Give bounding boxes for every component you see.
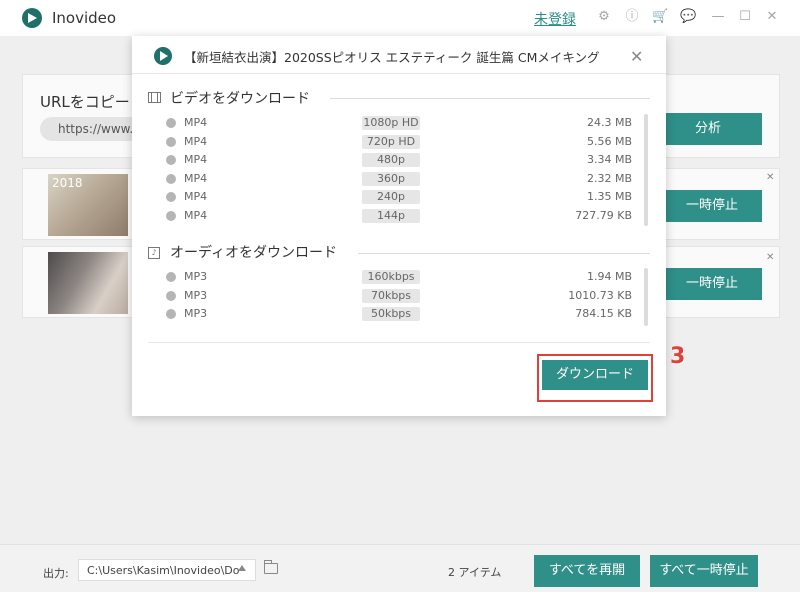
quality-badge: 70kbps [362, 288, 420, 303]
quality-badge: 1080p HD [362, 116, 420, 130]
url-label: URLをコピーし [40, 93, 145, 111]
file-size: 1.35 MB [586, 190, 632, 204]
output-label: 出力: [43, 567, 69, 580]
divider [358, 253, 650, 254]
format-option-row[interactable]: MP4 480p 3.34 MB [166, 151, 632, 169]
remove-item-icon[interactable]: ✕ [766, 172, 774, 183]
login-link[interactable]: 未登録 [534, 9, 576, 29]
minimize-icon[interactable]: — [710, 9, 726, 25]
quality-badge: 480p [362, 153, 420, 168]
radio-button[interactable] [166, 309, 176, 320]
radio-button[interactable] [166, 155, 176, 166]
video-scrollbar[interactable] [644, 114, 648, 226]
audio-icon: ♪ [148, 247, 160, 259]
dialog-close-icon[interactable]: ✕ [630, 47, 643, 66]
pause-button[interactable]: 一時停止 [662, 190, 762, 222]
maximize-icon[interactable]: ☐ [737, 9, 753, 25]
quality-badge: 144p [362, 209, 420, 223]
format-option-row[interactable]: MP4 360p 2.32 MB [166, 170, 632, 188]
file-size: 3.34 MB [586, 153, 632, 167]
video-thumbnail [48, 252, 128, 314]
format-option-row[interactable]: MP4 720p HD 5.56 MB [166, 133, 632, 151]
format-label: MP4 [184, 134, 208, 148]
download-options-dialog: 【新垣結衣出演】2020SSピオリス エステティーク 誕生篇 CMメイキング ✕… [132, 36, 666, 416]
radio-button[interactable] [166, 192, 176, 203]
file-size: 784.15 KB [575, 307, 632, 321]
file-size: 1.94 MB [586, 270, 632, 283]
radio-button[interactable] [166, 173, 176, 184]
file-size: 1010.73 KB [568, 288, 632, 302]
format-label: MP3 [184, 270, 208, 283]
app-logo-icon [154, 47, 172, 65]
format-label: MP4 [184, 171, 208, 185]
divider [148, 342, 650, 343]
format-label: MP4 [184, 153, 208, 167]
format-label: MP4 [184, 116, 208, 129]
divider [330, 98, 650, 99]
footer-bar: 出力: C:\Users\Kasim\Inovideo\Do 2 アイテム すべ… [0, 544, 800, 592]
remove-item-icon[interactable]: ✕ [766, 252, 774, 263]
settings-icon[interactable]: ⚙ [596, 9, 612, 25]
format-option-row[interactable]: MP4 240p 1.35 MB [166, 188, 632, 206]
dialog-title: 【新垣結衣出演】2020SSピオリス エステティーク 誕生篇 CMメイキング [184, 50, 600, 65]
format-option-row[interactable]: MP4 1080p HD 24.3 MB [166, 114, 632, 132]
title-bar: Inovideo 未登録 ⚙ ⓘ 🛒 💬 — ☐ ✕ [0, 0, 800, 36]
quality-badge: 720p HD [362, 134, 420, 149]
pause-button[interactable]: 一時停止 [662, 268, 762, 300]
radio-button[interactable] [166, 290, 176, 301]
quality-badge: 50kbps [362, 307, 420, 322]
format-label: MP3 [184, 307, 208, 321]
radio-button[interactable] [166, 136, 176, 147]
quality-badge: 360p [362, 171, 420, 186]
close-icon[interactable]: ✕ [764, 9, 780, 25]
radio-button[interactable] [166, 118, 176, 128]
format-option-row[interactable]: MP3 70kbps 1010.73 KB [166, 287, 632, 305]
resume-all-button[interactable]: すべてを再開 [534, 555, 640, 587]
film-icon [148, 92, 161, 103]
format-label: MP4 [184, 190, 208, 204]
step-number: 3 [670, 344, 686, 369]
info-icon[interactable]: ⓘ [624, 9, 640, 25]
cart-icon[interactable]: 🛒 [652, 9, 668, 25]
format-option-row[interactable]: MP3 160kbps 1.94 MB [166, 268, 632, 286]
divider [132, 73, 666, 74]
file-size: 24.3 MB [586, 116, 632, 129]
format-option-row[interactable]: MP3 50kbps 784.15 KB [166, 305, 632, 323]
audio-scrollbar[interactable] [644, 268, 648, 326]
thumbnail-text: 2018 [52, 176, 83, 190]
folder-icon[interactable] [264, 560, 278, 574]
file-size: 5.56 MB [586, 134, 632, 148]
item-count: 2 アイテム [448, 566, 502, 579]
app-logo-icon [22, 8, 42, 28]
app-title: Inovideo [52, 9, 117, 27]
video-thumbnail: 2018 [48, 174, 128, 236]
format-option-row[interactable]: MP4 144p 727.79 KB [166, 207, 632, 225]
path-dropdown-icon[interactable] [238, 565, 246, 571]
analyze-button[interactable]: 分析 [654, 113, 762, 145]
download-button[interactable]: ダウンロード [542, 360, 648, 390]
radio-button[interactable] [166, 272, 176, 282]
quality-badge: 160kbps [362, 270, 420, 284]
video-section-heading: ビデオをダウンロード [170, 91, 310, 107]
feedback-icon[interactable]: 💬 [680, 9, 696, 25]
radio-button[interactable] [166, 211, 176, 221]
format-label: MP4 [184, 209, 208, 222]
file-size: 727.79 KB [575, 209, 632, 222]
output-path-field[interactable]: C:\Users\Kasim\Inovideo\Do [78, 559, 256, 581]
audio-section-heading: オーディオをダウンロード [170, 245, 338, 261]
quality-badge: 240p [362, 190, 420, 205]
format-label: MP3 [184, 288, 208, 302]
file-size: 2.32 MB [586, 171, 632, 185]
pause-all-button[interactable]: すべて一時停止 [650, 555, 758, 587]
